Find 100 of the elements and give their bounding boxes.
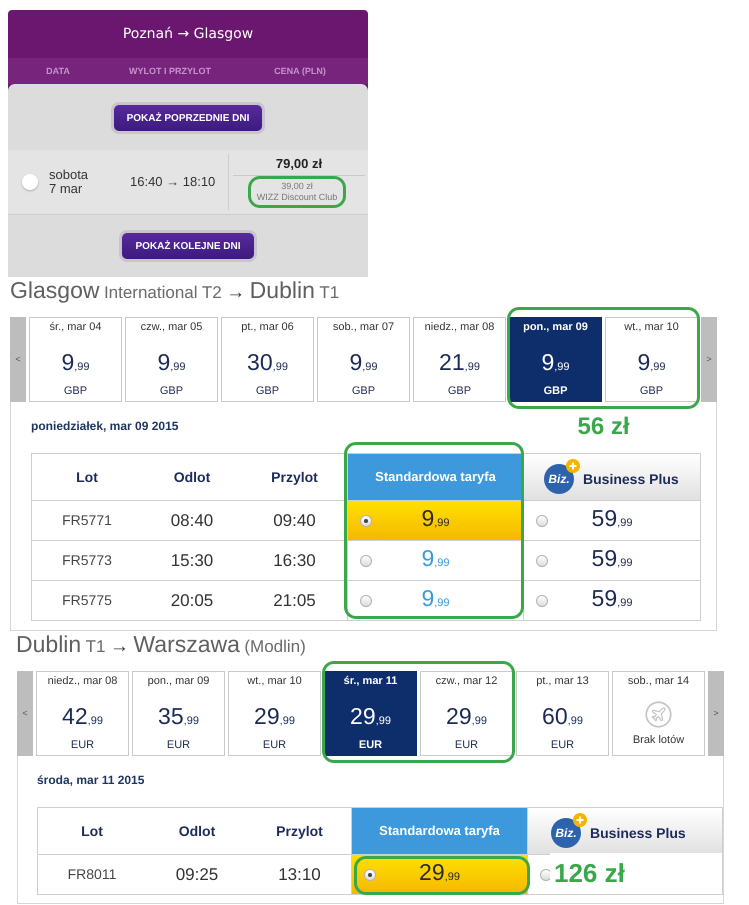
plus-icon: [566, 459, 580, 473]
date-label: niedz., mar 08: [424, 321, 494, 334]
date-card[interactable]: śr., mar 04 9,99 GBP: [29, 317, 122, 402]
time-cell-text: 08:40: [170, 510, 214, 532]
plus-icon: [573, 813, 587, 827]
date-label: sob., mar 07: [332, 321, 394, 334]
currency-label: EUR: [358, 739, 382, 752]
radio-button[interactable]: [364, 868, 376, 880]
radio-button[interactable]: [536, 514, 548, 526]
plane-icon: [645, 701, 672, 728]
date-label: sob., mar 14: [628, 675, 690, 688]
date-card[interactable]: czw., mar 05 9,99 GBP: [125, 317, 218, 402]
fare-price: 59,99: [592, 505, 632, 533]
date-card[interactable]: czw., mar 12 29,99 EUR: [420, 671, 513, 756]
route-title: Dublin T1 → Warszawa (Modlin): [16, 631, 306, 657]
day-name: sobota: [49, 168, 88, 182]
fare-cell[interactable]: 29,99: [351, 855, 527, 894]
date-card[interactable]: pt., mar 13 60,99 EUR: [516, 671, 609, 756]
fare-price: 9,99: [349, 349, 378, 377]
fare-price: 29,99: [419, 859, 460, 887]
previous-dates-button[interactable]: <: [10, 317, 26, 402]
fare-price: 9,99: [421, 505, 450, 533]
flight-price: 79,00 zł: [233, 154, 365, 176]
route-title: Glasgow International T2 → Dublin T1: [10, 277, 340, 303]
logo-badge: Biz.: [551, 818, 581, 848]
day-heading: środa, mar 11 2015: [37, 773, 144, 787]
date-label: czw., mar 05: [140, 321, 202, 334]
date-card[interactable]: wt., mar 10 9,99 GBP: [605, 317, 698, 402]
fare-price: 29,99: [446, 703, 487, 731]
column-header: Lot: [75, 468, 99, 486]
logo-badge: Biz.: [544, 464, 574, 494]
radio-button[interactable]: [360, 594, 372, 606]
fare-price: 30,99: [247, 349, 288, 377]
date-label: pon., mar 09: [523, 321, 588, 334]
radio-button[interactable]: [360, 554, 372, 566]
previous-dates-button[interactable]: <: [17, 671, 33, 756]
currency-label: GBP: [544, 385, 568, 398]
radio-button[interactable]: [22, 174, 38, 190]
fare-price: 60,99: [542, 703, 583, 731]
column-header: DATA: [45, 66, 71, 76]
date-card[interactable]: sob., mar 14 Brak lotów: [612, 671, 705, 756]
fare-price: 9,99: [157, 349, 186, 377]
time-cell-text: 15:30: [170, 550, 214, 572]
flight-number-cell-text: FR8011: [66, 865, 118, 884]
date-card[interactable]: pon., mar 09 9,99 GBP: [509, 317, 602, 402]
show-next-days-button[interactable]: POKAŻ KOLEJNE DNI: [119, 230, 256, 262]
currency-label: EUR: [454, 739, 478, 752]
currency-label: GBP: [352, 385, 376, 398]
date-card[interactable]: niedz., mar 08 21,99 GBP: [413, 317, 506, 402]
date-card[interactable]: niedz., mar 08 42,99 EUR: [36, 671, 129, 756]
club-price: 39,00 zł: [281, 181, 313, 192]
next-dates-button[interactable]: >: [708, 671, 724, 756]
date-text: 7 mar: [49, 182, 82, 196]
no-flights-label: Brak lotów: [632, 734, 684, 747]
club-label: WIZZ Discount Club: [256, 192, 338, 203]
date-label: śr., mar 04: [50, 321, 102, 334]
day-heading: poniedziałek, mar 09 2015: [31, 419, 178, 433]
date-card[interactable]: śr., mar 11 29,99 EUR: [324, 671, 417, 756]
fare-price: 29,99: [254, 703, 295, 731]
date-label: czw., mar 12: [436, 675, 498, 688]
flight-number-cell-text: FR5771: [61, 511, 113, 530]
route-title: Poznań → Glasgow: [122, 24, 254, 44]
date-card[interactable]: wt., mar 10 29,99 EUR: [228, 671, 321, 756]
radio-button[interactable]: [536, 594, 548, 606]
flight-number-cell-text: FR5773: [61, 551, 113, 570]
column-header: Przylot: [270, 468, 319, 487]
fare-price: 9,99: [637, 349, 666, 377]
currency-label: GBP: [640, 385, 664, 398]
column-header-label: Business Plus: [590, 824, 686, 842]
show-previous-days-button[interactable]: POKAŻ POPRZEDNIE DNI: [110, 102, 266, 134]
radio-button[interactable]: [536, 554, 548, 566]
currency-label: GBP: [448, 385, 472, 398]
date-label: niedz., mar 08: [48, 675, 118, 688]
time-cell-text: 13:10: [277, 864, 322, 886]
radio-button[interactable]: [360, 514, 372, 526]
currency-label: GBP: [256, 385, 280, 398]
date-card[interactable]: pt., mar 06 30,99 GBP: [221, 317, 314, 402]
currency-label: GBP: [160, 385, 184, 398]
fare-price: 21,99: [439, 349, 480, 377]
next-dates-button[interactable]: >: [701, 317, 717, 402]
column-header: Odlot: [172, 468, 212, 486]
date-label: wt., mar 10: [624, 321, 679, 334]
column-header: Odlot: [178, 822, 216, 840]
date-label: wt., mar 10: [247, 675, 302, 688]
currency-label: GBP: [64, 385, 88, 398]
column-header-label: Business Plus: [583, 470, 679, 488]
time-cell-text: 21:05: [272, 590, 317, 612]
fare-cell[interactable]: 9,99: [347, 501, 523, 540]
date-label: śr., mar 11: [344, 675, 398, 688]
date-card[interactable]: pon., mar 09 35,99 EUR: [132, 671, 225, 756]
time-cell-text: 16:30: [272, 550, 317, 572]
column-header: Standardowa taryfa: [347, 454, 523, 500]
fare-price: 42,99: [62, 703, 103, 731]
time-cell-text: 09:40: [272, 510, 317, 532]
currency-label: EUR: [262, 739, 286, 752]
fare-price: 29,99: [350, 703, 391, 731]
fare-price: 9,99: [541, 349, 570, 377]
flight-row[interactable]: sobota 7 mar 16:40 → 18:10 79,00 zł 39,00 zł WIZZ Discount Club: [8, 150, 368, 215]
fare-price: 9,99: [61, 349, 90, 377]
date-card[interactable]: sob., mar 07 9,99 GBP: [317, 317, 410, 402]
